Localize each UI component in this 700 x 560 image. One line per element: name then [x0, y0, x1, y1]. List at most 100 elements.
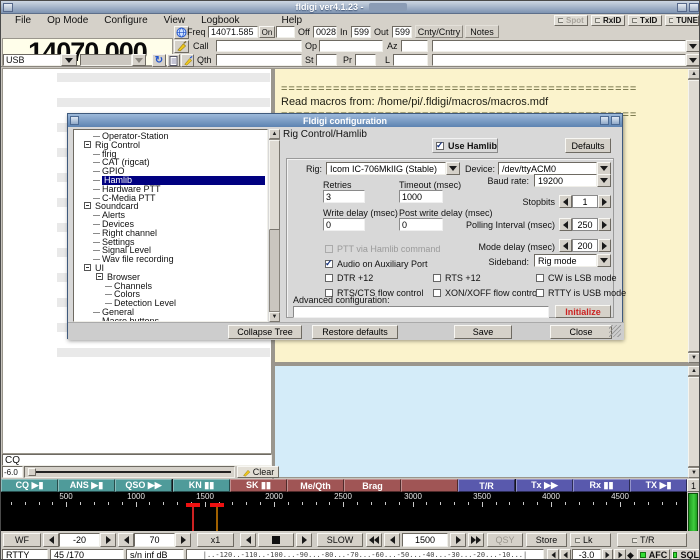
polling-value[interactable]: 250: [572, 218, 598, 231]
loc-field[interactable]: [393, 54, 428, 66]
tree-scroll-up[interactable]: ▲: [269, 129, 280, 139]
txid-toggle[interactable]: TxID: [628, 15, 662, 26]
tree-expand-box[interactable]: [84, 264, 91, 271]
window-iconize-button[interactable]: [677, 3, 687, 12]
op-field[interactable]: [319, 40, 383, 52]
waterfall[interactable]: 500 1000 1500 2000 2500 3000 3500 4000 4500: [1, 492, 687, 531]
rx-scroll-up[interactable]: ▲: [688, 69, 699, 79]
shift-status[interactable]: 45 /170: [50, 549, 124, 559]
macro-button[interactable]: ANS ▶▮: [58, 479, 115, 492]
option-checkbox-dtr-12[interactable]: DTR +12: [325, 272, 373, 283]
baud-dropdown-button[interactable]: [597, 174, 611, 187]
wf-center-button[interactable]: [258, 533, 294, 547]
initialize-button[interactable]: Initialize: [555, 305, 611, 318]
pr-field[interactable]: [355, 54, 376, 66]
tx-scroll-up[interactable]: ▲: [688, 366, 699, 376]
slider-handle[interactable]: [28, 468, 36, 476]
restore-defaults-button[interactable]: Restore defaults: [312, 325, 398, 339]
rst-in-field[interactable]: 599: [351, 26, 371, 38]
time-off-field[interactable]: 0028: [313, 26, 337, 38]
macro-button[interactable]: KN ▮▮: [173, 479, 230, 492]
wf-mode-button[interactable]: WF: [3, 533, 41, 547]
defaults-button[interactable]: Defaults: [565, 138, 611, 153]
upper-signal-decrement[interactable]: [118, 533, 134, 547]
tx-scroll-down[interactable]: ▼: [688, 468, 699, 478]
st-field[interactable]: [316, 54, 337, 66]
polling-interval-counter[interactable]: 250: [559, 218, 611, 231]
browser-squelch-slider[interactable]: [24, 466, 235, 478]
cnty-cntry-button[interactable]: Cnty/Cntry: [415, 25, 463, 38]
use-hamlib-checkbox[interactable]: Use Hamlib: [432, 138, 498, 153]
browser-row[interactable]: [57, 73, 270, 82]
option-checkbox-xon-xoff-flow-control[interactable]: XON/XOFF flow control: [433, 287, 539, 298]
collapse-tree-button[interactable]: Collapse Tree: [228, 325, 302, 339]
country-combo[interactable]: [432, 40, 699, 52]
sync-button[interactable]: ↻: [152, 54, 166, 67]
macro-button[interactable]: QSO ▶▶: [115, 479, 172, 492]
browser-clear-button[interactable]: Clear: [237, 466, 279, 478]
write-delay-field[interactable]: 0: [323, 218, 365, 231]
macro-button[interactable]: Brag: [344, 479, 401, 492]
polling-decrement[interactable]: [559, 218, 572, 231]
time-on-button[interactable]: On: [259, 26, 275, 38]
store-button[interactable]: Store: [526, 533, 567, 547]
mode-dropdown-button[interactable]: [61, 54, 77, 66]
mode-delay-increment[interactable]: [598, 239, 611, 252]
tx-scrollbar[interactable]: [688, 376, 699, 468]
rig-dropdown-button[interactable]: [446, 162, 460, 175]
wf-speed-button[interactable]: SLOW: [317, 533, 363, 547]
polling-increment[interactable]: [598, 218, 611, 231]
log-freq-field[interactable]: 14071.585: [208, 26, 258, 38]
browser-row[interactable]: [57, 98, 270, 107]
logbook-button[interactable]: [167, 54, 180, 67]
tree-item[interactable]: Browser: [74, 273, 267, 282]
clear-qso-button[interactable]: [181, 54, 194, 67]
afc-toggle[interactable]: AFC: [637, 549, 670, 559]
rig-combo[interactable]: Icom IC-706MkIIG (Stable): [326, 162, 460, 175]
dialog-iconize-button[interactable]: [600, 116, 609, 125]
tune-toggle[interactable]: TUNE: [665, 15, 699, 26]
freq-coarse-down-button[interactable]: [366, 533, 382, 547]
freq-up-button[interactable]: [450, 533, 466, 547]
macro-button[interactable]: Rx ▮▮: [573, 479, 630, 492]
tree-item[interactable]: GPIO: [74, 167, 267, 176]
stopbits-increment[interactable]: [598, 195, 611, 208]
option-checkbox-cw-is-lsb-mode[interactable]: CW is LSB mode: [536, 272, 617, 283]
dialog-close-button[interactable]: [611, 116, 620, 125]
search-combo[interactable]: [432, 54, 699, 66]
rx-scrollbar[interactable]: [688, 79, 699, 353]
clear-log-fields-button[interactable]: [174, 40, 189, 53]
az-field[interactable]: [401, 40, 428, 52]
advanced-config-field[interactable]: [293, 306, 549, 318]
mode-delay-counter[interactable]: 200: [559, 239, 611, 252]
tree-scrollbar[interactable]: [269, 139, 280, 312]
lock-toggle[interactable]: Lk: [570, 533, 611, 547]
search-dropdown-button[interactable]: [686, 54, 699, 66]
macro-button[interactable]: Tx ▶▶: [516, 479, 573, 492]
retries-field[interactable]: 3: [323, 190, 365, 203]
tree-item[interactable]: UI: [74, 264, 267, 273]
audio-aux-checkbox[interactable]: Audio on Auxiliary Port: [325, 258, 428, 269]
macro-button[interactable]: SK ▮▮: [230, 479, 287, 492]
squelch-up-button[interactable]: [602, 549, 613, 559]
close-button[interactable]: Close: [550, 325, 612, 339]
stopbits-value[interactable]: 1: [572, 195, 598, 208]
macro-button[interactable]: TX ▶▮: [630, 479, 687, 492]
freq-down-button[interactable]: [384, 533, 400, 547]
window-close-button[interactable]: [689, 3, 699, 12]
country-dropdown-button[interactable]: [686, 40, 699, 52]
tree-scroll-down[interactable]: ▼: [269, 312, 280, 322]
mode-field[interactable]: USB: [3, 54, 61, 66]
baud-rate-combo[interactable]: 19200: [534, 174, 611, 187]
menu-file[interactable]: File: [7, 14, 39, 26]
wf-shift-left-button[interactable]: [240, 533, 256, 547]
notes-button[interactable]: Notes: [465, 25, 499, 38]
freq-coarse-up-button[interactable]: [468, 533, 484, 547]
mode-delay-decrement[interactable]: [559, 239, 572, 252]
lower-signal-decrement[interactable]: [43, 533, 59, 547]
squelch-min-button[interactable]: [547, 549, 559, 559]
tr-toggle[interactable]: T/R: [617, 533, 687, 547]
sideband-dropdown-button[interactable]: [597, 254, 611, 267]
squelch-max-button[interactable]: [614, 549, 626, 559]
audio-carrier-value[interactable]: 1500: [402, 533, 448, 547]
